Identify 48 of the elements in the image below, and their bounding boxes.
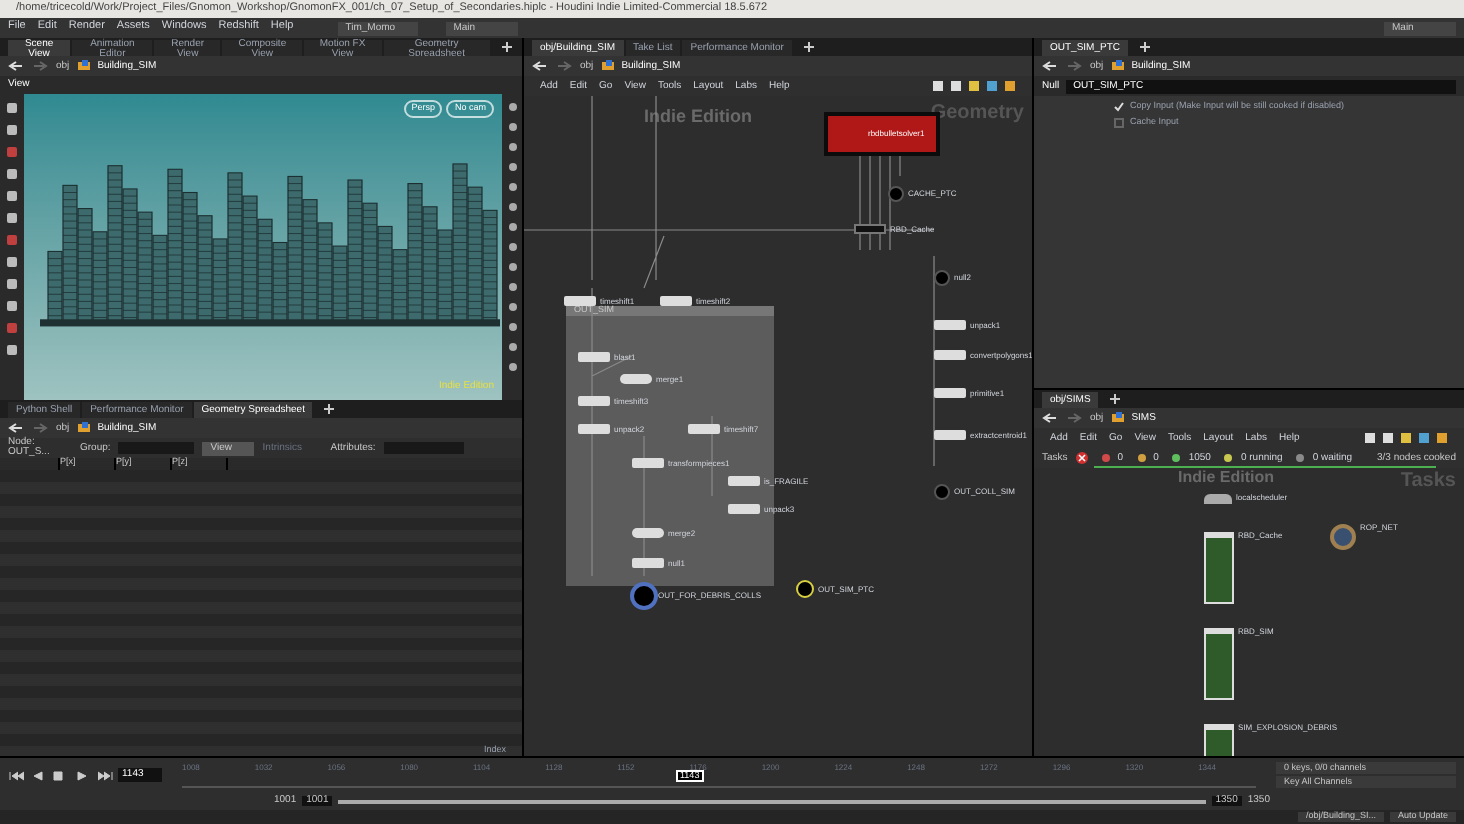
watermark-label: Indie Edition	[644, 108, 752, 126]
object-icon[interactable]	[77, 60, 90, 72]
sop-node[interactable]	[934, 350, 966, 360]
back-arrow-icon[interactable]	[1042, 412, 1058, 424]
sop-node[interactable]	[564, 296, 596, 306]
rop-fetch-node[interactable]	[1204, 532, 1234, 604]
play-icon[interactable]	[74, 769, 92, 781]
play-backward-icon[interactable]	[30, 769, 48, 781]
sop-node[interactable]	[632, 458, 664, 468]
object-icon[interactable]	[1111, 412, 1124, 424]
back-arrow-icon[interactable]	[532, 60, 548, 72]
merge-node[interactable]	[620, 374, 652, 384]
sop-node[interactable]	[578, 352, 610, 362]
rop-fetch-node[interactable]	[1204, 628, 1234, 700]
object-icon[interactable]	[601, 60, 614, 72]
skip-to-start-icon[interactable]	[8, 769, 26, 781]
sop-node[interactable]	[578, 396, 610, 406]
add-tab-icon[interactable]	[801, 40, 816, 54]
add-tab-icon[interactable]	[322, 402, 337, 416]
sop-node[interactable]	[728, 504, 760, 514]
back-arrow-icon[interactable]	[8, 60, 24, 72]
null-node[interactable]	[888, 186, 904, 202]
checkbox[interactable]	[1114, 118, 1124, 128]
sop-node[interactable]	[660, 296, 692, 306]
sop-node[interactable]	[934, 430, 966, 440]
sop-node[interactable]	[578, 424, 610, 434]
sop-node[interactable]	[934, 388, 966, 398]
object-icon[interactable]	[77, 422, 90, 434]
null-node[interactable]	[934, 270, 950, 286]
watermark-label: Indie Edition	[1178, 470, 1274, 486]
sop-node[interactable]	[728, 476, 760, 486]
back-arrow-icon[interactable]	[1042, 60, 1058, 72]
skip-to-end-icon[interactable]	[96, 769, 114, 781]
object-icon[interactable]	[1111, 60, 1124, 72]
add-tab-icon[interactable]	[1138, 40, 1153, 54]
null-node[interactable]	[634, 586, 654, 606]
cancel-icon[interactable]	[1075, 452, 1088, 464]
merge-node[interactable]	[632, 528, 664, 538]
rop-network-node[interactable]	[1330, 524, 1356, 550]
scheduler-node[interactable]	[1204, 494, 1232, 504]
sop-node[interactable]	[854, 224, 886, 234]
sop-node[interactable]	[688, 424, 720, 434]
add-tab-icon[interactable]	[1108, 392, 1123, 406]
back-arrow-icon[interactable]	[8, 422, 24, 434]
sop-node[interactable]	[934, 320, 966, 330]
null-node[interactable]	[934, 484, 950, 500]
add-tab-icon[interactable]	[499, 40, 514, 54]
sop-node[interactable]	[632, 558, 664, 568]
